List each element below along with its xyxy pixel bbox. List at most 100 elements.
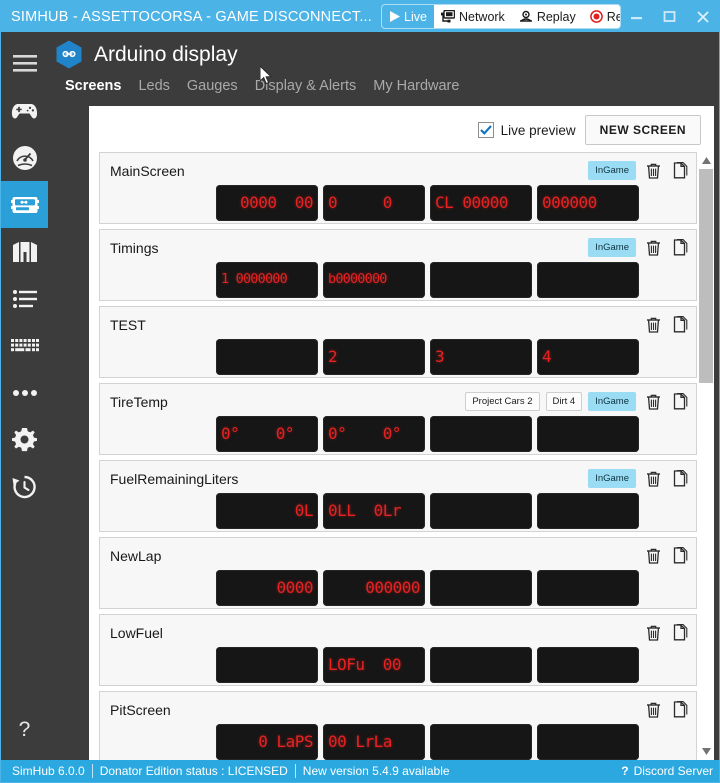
sidebar-item-more[interactable]	[1, 369, 48, 416]
lcd-panel[interactable]	[430, 416, 532, 452]
trash-icon[interactable]	[644, 161, 663, 180]
screen-card[interactable]: TireTemp Project Cars 2 Dirt 4 InGame 0° 0° 0…	[99, 383, 697, 455]
lcd-panel[interactable]	[537, 493, 639, 529]
lcd-panel[interactable]: 0° 0°	[323, 416, 425, 452]
mode-record-button[interactable]: Record	[583, 5, 620, 28]
page-header: Arduino display Screens Leds Gauges Disp…	[48, 32, 719, 98]
live-preview-checkbox[interactable]: Live preview	[477, 122, 576, 138]
scrollbar-thumb[interactable]	[698, 169, 713, 383]
sidebar-item-lists[interactable]	[1, 275, 48, 322]
sidebar-item-settings[interactable]	[1, 416, 48, 463]
lcd-panel[interactable]: 1 0000000	[216, 262, 318, 298]
lcd-panel[interactable]	[216, 339, 318, 375]
trash-icon[interactable]	[644, 623, 663, 642]
lcd-panel[interactable]: 3	[430, 339, 532, 375]
status-update[interactable]: New version 5.4.9 available	[296, 764, 457, 778]
lcd-panel[interactable]	[537, 570, 639, 606]
screen-card[interactable]: FuelRemainingLiters InGame 0L 0LL 0Lr	[99, 460, 697, 532]
lcd-panel[interactable]: 0000	[216, 570, 318, 606]
mode-live-button[interactable]: Live	[382, 5, 434, 28]
hamburger-menu-button[interactable]	[1, 40, 48, 87]
lcd-panel[interactable]	[216, 647, 318, 683]
tab-screens[interactable]: Screens	[65, 78, 121, 98]
trash-icon[interactable]	[644, 315, 663, 334]
trash-icon[interactable]	[644, 238, 663, 257]
trash-icon[interactable]	[644, 392, 663, 411]
minimize-button[interactable]	[620, 1, 653, 32]
lcd-panel[interactable]: CL 00000	[430, 185, 532, 221]
copy-icon[interactable]	[671, 700, 690, 719]
lcd-panel[interactable]: 0° 0°	[216, 416, 318, 452]
lcd-panel[interactable]: b0000000	[323, 262, 425, 298]
close-button[interactable]	[686, 1, 719, 32]
mode-replay-button[interactable]: Replay	[512, 5, 583, 28]
sidebar-item-keyboard[interactable]	[1, 322, 48, 369]
sidebar-item-games[interactable]	[1, 87, 48, 134]
screen-card[interactable]: TEST 2 3 4	[99, 306, 697, 378]
screen-name: PitScreen	[110, 701, 171, 718]
screen-tag[interactable]: Dirt 4	[545, 392, 583, 411]
lcd-panel[interactable]: 00 LrLa	[323, 724, 425, 760]
lcd-panel[interactable]: 2	[323, 339, 425, 375]
checkbox-box[interactable]	[477, 122, 494, 138]
screen-card[interactable]: MainScreen InGame 0000 00 0 0 CL 00000 000000	[99, 152, 697, 224]
lcd-text: CL 00000	[435, 193, 509, 212]
lcd-panel[interactable]: 0000 00	[216, 185, 318, 221]
copy-icon[interactable]	[671, 392, 690, 411]
screen-card[interactable]: NewLap 0000 000000	[99, 537, 697, 609]
sidebar-item-arduino[interactable]	[1, 181, 48, 228]
sidebar-item-overlays[interactable]	[1, 228, 48, 275]
screen-card[interactable]: PitScreen 0 LaPS 00 LrLa	[99, 691, 697, 760]
lcd-panel[interactable]: 0LL 0Lr	[323, 493, 425, 529]
lcd-panel[interactable]	[430, 570, 532, 606]
sidebar-item-history[interactable]	[1, 463, 48, 510]
copy-icon[interactable]	[671, 238, 690, 257]
screen-tag[interactable]: InGame	[588, 469, 636, 488]
scroll-down-button[interactable]	[698, 743, 715, 760]
trash-icon[interactable]	[644, 469, 663, 488]
tab-leds[interactable]: Leds	[138, 78, 169, 98]
lcd-panel[interactable]	[430, 493, 532, 529]
tab-gauges[interactable]: Gauges	[187, 78, 238, 98]
lcd-panel[interactable]: 0L	[216, 493, 318, 529]
sidebar-item-dash-studio[interactable]	[1, 134, 48, 181]
vertical-scrollbar[interactable]	[697, 152, 714, 760]
tab-my-hardware[interactable]: My Hardware	[373, 78, 459, 98]
discord-link[interactable]: ? Discord Server	[621, 764, 715, 778]
lcd-panel[interactable]: 4	[537, 339, 639, 375]
screen-card[interactable]: Timings InGame 1 0000000 b0000000	[99, 229, 697, 301]
lcd-panel[interactable]	[430, 724, 532, 760]
help-button[interactable]: ?	[1, 700, 48, 760]
lcd-panel[interactable]: 0 LaPS	[216, 724, 318, 760]
scroll-up-button[interactable]	[698, 152, 715, 169]
copy-icon[interactable]	[671, 469, 690, 488]
screen-tag[interactable]: InGame	[588, 161, 636, 180]
screen-tag[interactable]: InGame	[588, 238, 636, 257]
screen-tag[interactable]: InGame	[588, 392, 636, 411]
lcd-panel[interactable]	[537, 647, 639, 683]
lcd-panel[interactable]: 000000	[323, 570, 425, 606]
lcd-panel[interactable]: 0 0	[323, 185, 425, 221]
live-preview-label: Live preview	[500, 122, 576, 138]
trash-icon[interactable]	[644, 700, 663, 719]
lcd-panel[interactable]	[430, 262, 532, 298]
copy-icon[interactable]	[671, 546, 690, 565]
maximize-button[interactable]	[653, 1, 686, 32]
copy-icon[interactable]	[671, 161, 690, 180]
screen-card[interactable]: LowFuel LOFu 00	[99, 614, 697, 686]
trash-icon[interactable]	[644, 546, 663, 565]
screen-tag[interactable]: Project Cars 2	[465, 392, 540, 411]
lcd-panel[interactable]	[537, 262, 639, 298]
lcd-panel[interactable]: 000000	[537, 185, 639, 221]
scrollbar-track[interactable]	[698, 169, 715, 743]
mode-network-button[interactable]: Network	[434, 5, 512, 28]
lcd-panel[interactable]	[537, 416, 639, 452]
lcd-text: 000000	[542, 193, 597, 212]
lcd-panel[interactable]	[537, 724, 639, 760]
lcd-panel[interactable]: LOFu 00	[323, 647, 425, 683]
tab-display-alerts[interactable]: Display & Alerts	[255, 78, 357, 98]
copy-icon[interactable]	[671, 623, 690, 642]
copy-icon[interactable]	[671, 315, 690, 334]
new-screen-button[interactable]: NEW SCREEN	[584, 115, 701, 145]
lcd-panel[interactable]	[430, 647, 532, 683]
